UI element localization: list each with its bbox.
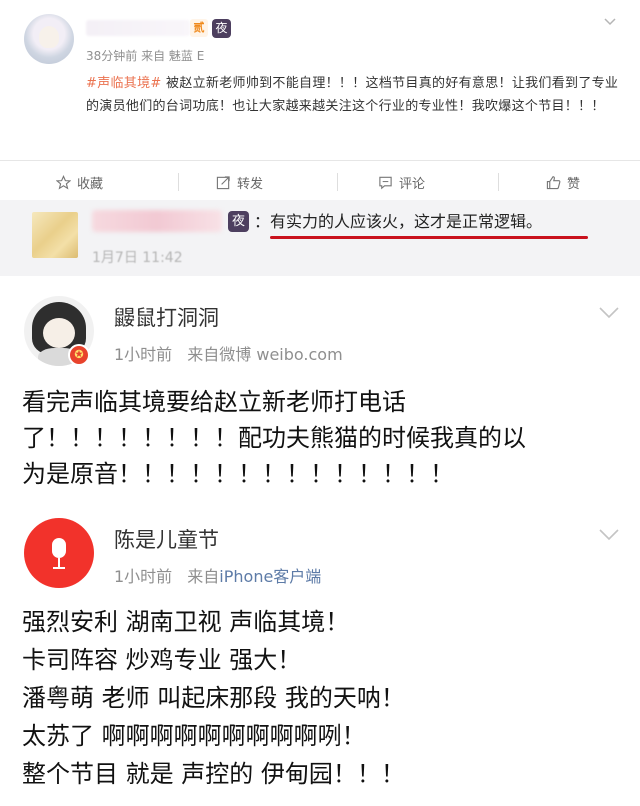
author-name-redacted[interactable] (86, 20, 190, 36)
night-badge: 夜 (228, 211, 249, 232)
microphone-icon (52, 538, 66, 558)
comment-line: 太苏了 啊啊啊啊啊啊啊啊啊咧！ (22, 722, 366, 750)
comment-button[interactable]: 评论 (378, 164, 425, 200)
comment-line: 为是原音！！！！！！！！！！！！！！ (22, 460, 454, 488)
reply-avatar[interactable] (32, 212, 78, 258)
repost-label: 转发 (237, 176, 264, 192)
action-separator (337, 173, 338, 191)
vip-badge-icon: ✪ (68, 344, 90, 366)
post-text: #声临其境# 被赵立新老师帅到不能自理！！！这档节目真的好有意思！让我们看到了专… (86, 72, 631, 118)
comment-label: 评论 (399, 176, 426, 192)
comment-time: 1小时前 (114, 567, 173, 586)
comment-source-prefix: 来自 (187, 567, 220, 586)
reply-text: ：有实力的人应该火，这才是正常逻辑。 (254, 212, 543, 231)
favorite-button[interactable]: 收藏 (56, 164, 103, 200)
chevron-down-icon[interactable] (602, 14, 618, 30)
favorite-label: 收藏 (77, 176, 104, 192)
comment-line: 卡司阵容 炒鸡专业 强大！ (22, 646, 302, 674)
microphone-base (53, 567, 65, 569)
night-badge: 夜 (212, 19, 231, 38)
commenter-avatar[interactable] (24, 518, 94, 588)
weibo-post: 贰 夜 38分钟前 来自 魅蓝 E #声临其境# 被赵立新老师帅到不能自理！！！… (0, 0, 640, 158)
like-button[interactable]: 赞 (546, 164, 580, 200)
chevron-down-icon[interactable] (598, 528, 620, 542)
repost-button[interactable]: 转发 (216, 164, 263, 200)
level-badge: 贰 (190, 19, 208, 37)
commenter-name[interactable]: 鼹鼠打洞洞 (114, 302, 219, 332)
topic-link[interactable]: #声临其境# (86, 76, 162, 91)
star-icon (56, 174, 71, 190)
like-label: 赞 (567, 176, 581, 192)
author-avatar[interactable] (24, 14, 74, 64)
reply-date: 1月7日 11:42 (92, 250, 183, 266)
comment-text: 看完声临其境要给赵立新老师打电话 了！！！！！！！！配功夫熊猫的时候我真的以 为… (22, 384, 622, 492)
comment-line: 强烈安利 湖南卫视 声临其境！ (22, 608, 350, 636)
repost-icon (216, 175, 230, 189)
comment-source-link[interactable]: iPhone客户端 (219, 567, 321, 586)
comment-icon (379, 176, 392, 189)
comment-line: 了！！！！！！！！配功夫熊猫的时候我真的以 (22, 424, 526, 452)
chevron-down-icon[interactable] (598, 306, 620, 320)
comment-source-prefix: 来自微博 (187, 345, 257, 364)
thumbs-up-icon (546, 175, 561, 189)
comment-time: 1小时前 (114, 345, 173, 364)
highlight-underline (270, 236, 588, 239)
commenter-name[interactable]: 陈是儿童节 (114, 524, 219, 554)
comment-line: 潘粤萌 老师 叫起床那段 我的天呐！ (22, 684, 405, 712)
action-bar: 收藏 转发 评论 赞 (0, 164, 640, 200)
comment-source: weibo.com (256, 345, 343, 364)
comment-text: 强烈安利 湖南卫视 声临其境！ 卡司阵容 炒鸡专业 强大！ 潘粤萌 老师 叫起床… (22, 603, 622, 793)
post-meta: 38分钟前 来自 魅蓝 E (86, 49, 205, 63)
comment-meta: 1小时前 来自微博 weibo.com (114, 341, 343, 365)
post-body: 被赵立新老师帅到不能自理！！！这档节目真的好有意思！让我们看到了专业的演员他们的… (86, 76, 619, 114)
action-separator (178, 173, 179, 191)
avatar-face (43, 318, 75, 348)
action-separator (498, 173, 499, 191)
comment-meta: 1小时前 来自iPhone客户端 (114, 563, 321, 587)
comment-line: 整个节目 就是 声控的 伊甸园！！！ (22, 760, 405, 788)
divider (0, 160, 640, 161)
reply-username-redacted[interactable] (92, 210, 222, 232)
comment-line: 看完声临其境要给赵立新老师打电话 (22, 388, 406, 416)
